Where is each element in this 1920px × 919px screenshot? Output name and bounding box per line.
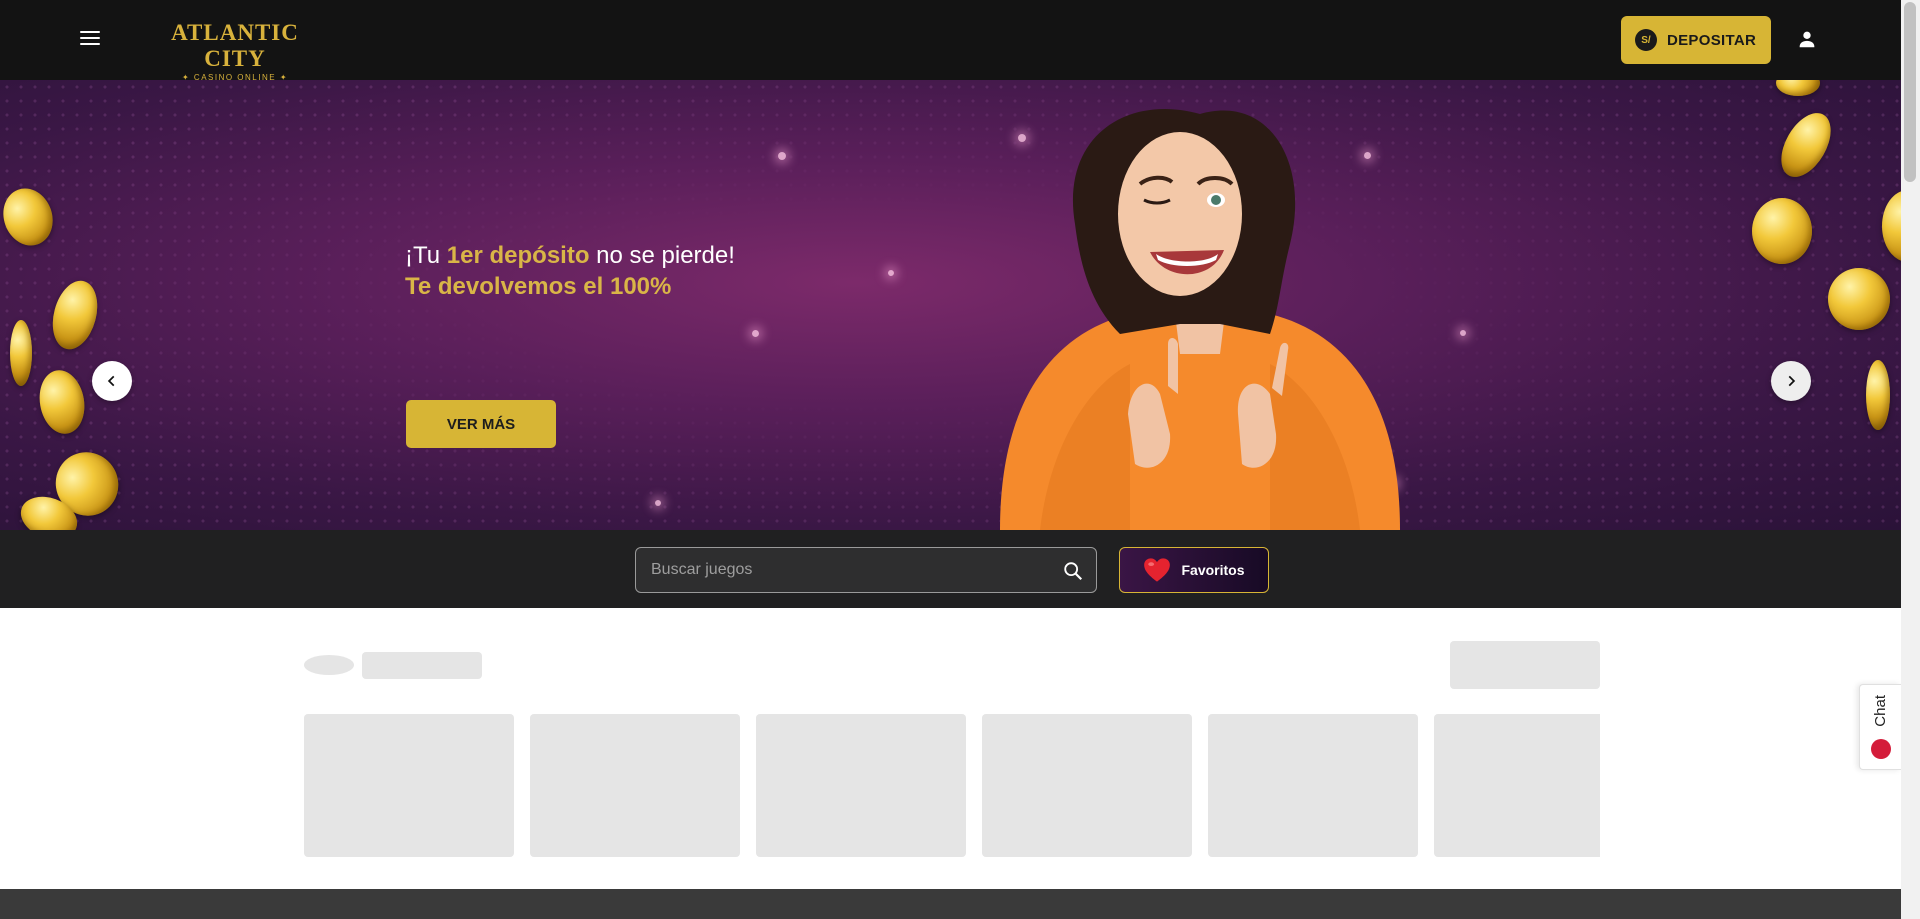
sparkle (1460, 330, 1466, 336)
logo-title: ATLANTIC CITY (171, 20, 299, 71)
search-input[interactable] (636, 548, 1096, 592)
chat-widget-tab[interactable]: Chat (1859, 684, 1901, 770)
promo-headline: ¡Tu 1er depósito no se pierde! (405, 242, 735, 269)
favorites-button[interactable]: Favoritos (1119, 547, 1269, 593)
skeleton-game-card (530, 714, 740, 857)
footer-section (0, 889, 1901, 919)
currency-icon: S/ (1635, 29, 1657, 51)
skeleton-game-card (756, 714, 966, 857)
gold-coin (1752, 198, 1812, 264)
sparkle (888, 270, 894, 276)
gold-coin (10, 320, 32, 386)
carousel-next-button[interactable] (1771, 361, 1811, 401)
deposit-label: DEPOSITAR (1667, 31, 1757, 49)
search-icon[interactable] (1062, 560, 1084, 582)
promo-subheadline: Te devolvemos el 100% (405, 273, 672, 300)
favorites-label: Favoritos (1181, 562, 1245, 578)
scrollbar-thumb[interactable] (1904, 2, 1916, 182)
sparkle (752, 330, 759, 337)
chat-label: Chat (1872, 695, 1889, 727)
skeleton-icon (304, 655, 354, 675)
site-logo[interactable]: ATLANTIC CITY ✦ CASINO ONLINE ✦ (144, 20, 326, 82)
skeleton-game-card (982, 714, 1192, 857)
chevron-left-icon (107, 375, 115, 387)
carousel-prev-button[interactable] (92, 361, 132, 401)
skeleton-game-card (1208, 714, 1418, 857)
promo-model-image (1000, 108, 1400, 530)
skeleton-button (1450, 641, 1600, 689)
menu-icon[interactable] (80, 27, 102, 53)
user-icon[interactable] (1796, 28, 1818, 50)
deposit-button[interactable]: S/ DEPOSITAR (1621, 16, 1771, 64)
skeleton-game-card (1434, 714, 1600, 857)
skeleton-title (362, 652, 482, 679)
top-header: ATLANTIC CITY ✦ CASINO ONLINE ✦ S/ DEPOS… (0, 0, 1901, 82)
chat-icon (1871, 739, 1891, 759)
heart-icon (1144, 558, 1171, 582)
sparkle (655, 500, 661, 506)
search-box (635, 547, 1097, 593)
sparkle (778, 152, 786, 160)
chevron-right-icon (1788, 375, 1796, 387)
banner-dot-pattern (0, 80, 1901, 530)
gold-coin (1866, 360, 1890, 430)
skeleton-game-card (304, 714, 514, 857)
ver-mas-button[interactable]: VER MÁS (406, 400, 556, 448)
gold-coin (1828, 268, 1890, 330)
promo-banner[interactable]: ¡Tu 1er depósito no se pierde! Te devolv… (0, 80, 1901, 530)
promo-text: ¡Tu 1er depósito no se pierde! Te devolv… (405, 240, 735, 302)
